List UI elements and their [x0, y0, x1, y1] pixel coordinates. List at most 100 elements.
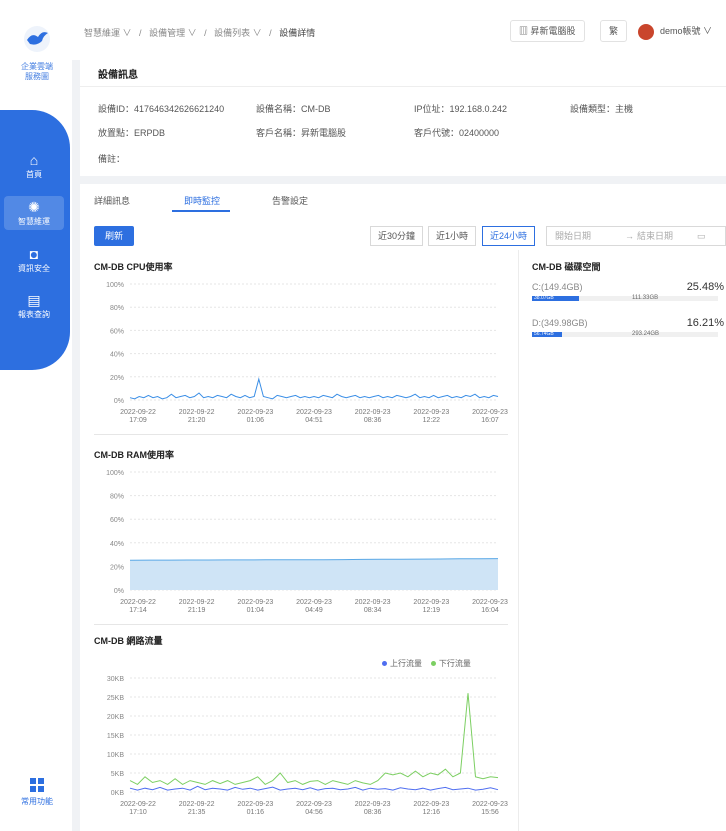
shield-icon: ◘ — [29, 246, 39, 262]
x-tick-label: 01:16 — [247, 809, 265, 816]
disk-free-label: 293.24GB — [632, 331, 660, 337]
legend-upload-label: 上行流量 — [390, 659, 422, 668]
disk-name: D:(349.98GB) — [532, 318, 588, 328]
date-range-picker[interactable]: 開始日期 → 結束日期 ▭ — [546, 226, 726, 246]
building-icon: ▥ — [519, 26, 531, 36]
report-icon: ▤ — [27, 292, 41, 308]
legend-upload[interactable]: 上行流量 — [382, 659, 422, 668]
disk-usage-bar: 38.07GB — [532, 295, 718, 301]
tab-details[interactable]: 詳細訊息 — [94, 194, 130, 207]
y-tick-label: 100% — [106, 470, 124, 477]
disk-usage-fill: 38.07GB — [532, 295, 580, 301]
disk-used-label: 38.07GB — [534, 295, 554, 301]
tab-realtime-monitor[interactable]: 即時監控 — [184, 194, 220, 207]
sidebar-item-reports[interactable]: ▤ 報表查詢 — [4, 292, 64, 320]
company-switch-button[interactable]: ▥ 昇新電腦股 — [510, 20, 585, 42]
logo-text-line-1: 企業雲端 — [21, 62, 53, 71]
language-button[interactable]: 繁 — [600, 20, 628, 42]
x-tick-label: 08:36 — [364, 809, 382, 816]
cpu-usage-chart: 100%80%60%40%20%0%2022-09-2217:092022-09… — [106, 282, 508, 424]
y-tick-label: 20KB — [107, 714, 124, 721]
x-tick-label: 2022-09-23 — [237, 801, 273, 808]
x-tick-label: 08:34 — [364, 607, 382, 614]
x-tick-label: 16:04 — [481, 607, 499, 614]
user-label: demo帳號 ∨ — [660, 26, 713, 36]
disk-usage-fill: 56.74GB — [532, 331, 563, 337]
sidebar: 企業雲端 服務圖 ⌂ 首頁 ✺ 智慧維運 ◘ 資訊安全 ▤ 報表查詢 常用功能 — [0, 0, 72, 831]
x-tick-label: 12:19 — [423, 607, 441, 614]
y-tick-label: 15KB — [107, 733, 124, 740]
sidebar-item-smart-ops[interactable]: ✺ 智慧維運 — [4, 196, 64, 230]
disk-chart-title: CM-DB 磁碟空間 — [532, 262, 601, 272]
y-tick-label: 40% — [110, 541, 124, 548]
x-tick-label: 2022-09-23 — [296, 801, 332, 808]
common-functions-button[interactable]: 常用功能 — [14, 778, 60, 807]
range-24hour-button[interactable]: 近24小時 — [482, 226, 536, 246]
sidebar-item-label: 首頁 — [26, 170, 42, 179]
grid-icon — [30, 778, 44, 792]
breadcrumb-device-list[interactable]: 設備列表 ∨ — [214, 28, 262, 38]
x-tick-label: 2022-09-23 — [237, 599, 273, 606]
x-tick-label: 2022-09-22 — [179, 801, 215, 808]
disk-percent: 16.21% — [686, 317, 724, 329]
network-chart-title: CM-DB 網路流量 — [94, 636, 163, 646]
x-tick-label: 2022-09-22 — [120, 409, 156, 416]
user-menu[interactable]: demo帳號 ∨ — [638, 20, 712, 42]
y-tick-label: 25KB — [107, 695, 124, 702]
refresh-button[interactable]: 刷新 — [94, 226, 134, 246]
device-site: 放置點：ERPDB — [98, 128, 166, 138]
device-note: 備註： — [98, 154, 126, 164]
tab-alert-settings[interactable]: 告警設定 — [272, 194, 308, 207]
bird-logo-icon — [27, 32, 48, 45]
x-tick-label: 17:14 — [129, 607, 147, 614]
series-line-上行流量 — [129, 785, 499, 791]
breadcrumb-separator: / — [204, 28, 207, 38]
x-tick-label: 01:06 — [247, 417, 265, 424]
breadcrumb: 智慧維運 ∨ / 設備管理 ∨ / 設備列表 ∨ / 設備詳情 — [84, 26, 320, 39]
end-date-input[interactable]: 結束日期 — [637, 227, 673, 245]
breadcrumb-separator: / — [139, 28, 142, 38]
breadcrumb-separator: / — [269, 28, 272, 38]
series-area — [130, 558, 498, 590]
monitor-icon: ✺ — [28, 199, 40, 215]
x-tick-label: 2022-09-23 — [296, 409, 332, 416]
range-30min-button[interactable]: 近30分鐘 — [370, 226, 424, 246]
company-logo[interactable] — [24, 26, 50, 52]
x-tick-label: 15:56 — [481, 809, 499, 816]
series-line-series — [129, 377, 499, 400]
home-icon: ⌂ — [29, 152, 39, 168]
x-tick-label: 08:36 — [364, 417, 382, 424]
sidebar-item-label: 資訊安全 — [18, 264, 50, 273]
breadcrumb-device-management[interactable]: 設備管理 ∨ — [149, 28, 197, 38]
device-info-title: 設備訊息 — [98, 70, 138, 81]
panel-divider — [518, 250, 519, 831]
disk-used-label: 56.74GB — [534, 331, 554, 337]
y-tick-label: 60% — [110, 517, 124, 524]
start-date-input[interactable]: 開始日期 — [555, 227, 591, 245]
x-tick-label: 2022-09-22 — [179, 409, 215, 416]
company-button-label: 昇新電腦股 — [530, 26, 576, 36]
x-tick-label: 12:22 — [423, 417, 441, 424]
range-1hour-button[interactable]: 近1小時 — [428, 226, 477, 246]
sidebar-nav-panel — [0, 110, 70, 370]
x-tick-label: 2022-09-23 — [413, 409, 449, 416]
y-tick-label: 100% — [106, 282, 124, 289]
legend-download[interactable]: 下行流量 — [430, 659, 471, 668]
network-traffic-chart: 30KB25KB20KB15KB10KB5KB0KB2022-09-2217:1… — [107, 676, 508, 816]
cpu-chart-title: CM-DB CPU使用率 — [94, 262, 173, 272]
breadcrumb-smart-ops[interactable]: 智慧維運 ∨ — [84, 28, 132, 38]
x-tick-label: 2022-09-23 — [413, 599, 449, 606]
x-tick-label: 17:09 — [129, 417, 147, 424]
x-tick-label: 04:56 — [305, 809, 323, 816]
x-tick-label: 2022-09-22 — [120, 599, 156, 606]
disk-percent: 25.48% — [686, 281, 724, 293]
y-tick-label: 20% — [110, 375, 124, 382]
x-tick-label: 21:19 — [188, 607, 206, 614]
device-name: 設備名稱：CM-DB — [256, 104, 331, 114]
x-tick-label: 2022-09-22 — [120, 801, 156, 808]
disk-name: C:(149.4GB) — [532, 282, 583, 292]
arrow-icon: → — [625, 231, 634, 241]
x-tick-label: 21:20 — [188, 417, 206, 424]
sidebar-item-security[interactable]: ◘ 資訊安全 — [4, 246, 64, 274]
sidebar-item-home[interactable]: ⌂ 首頁 — [4, 152, 64, 180]
